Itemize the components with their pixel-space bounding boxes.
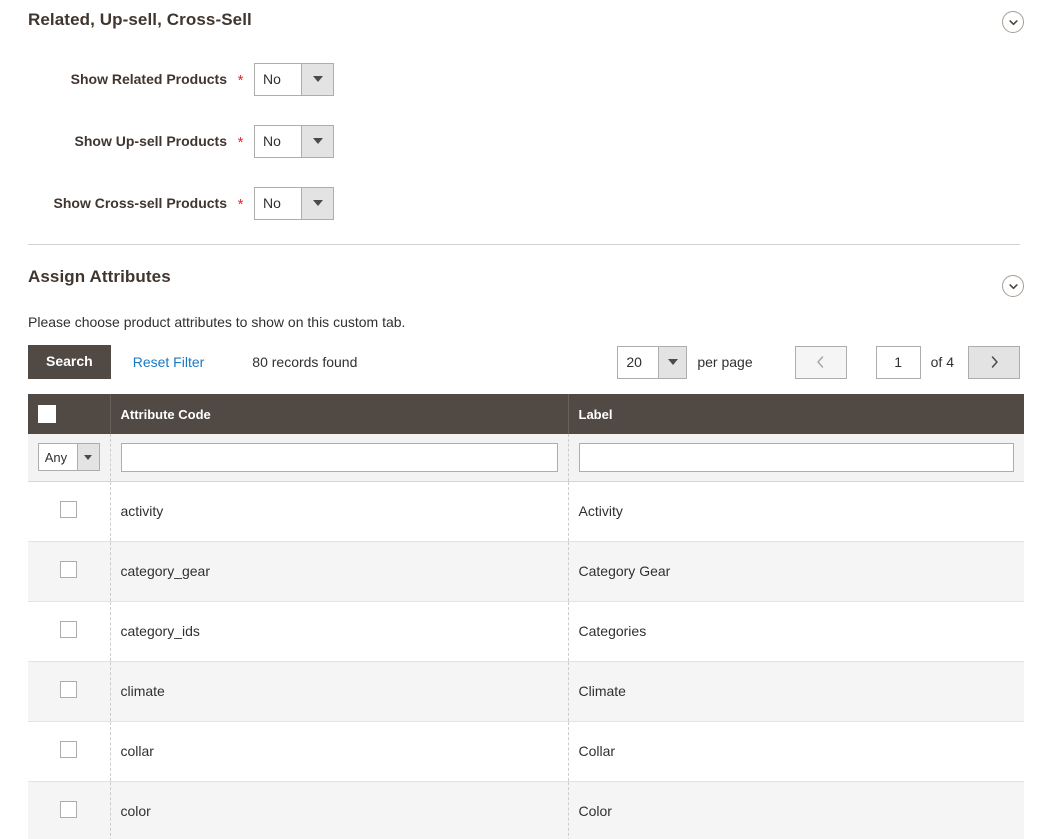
assign-section-title: Assign Attributes [28,267,171,286]
row-select-cell [28,601,111,662]
grid-body: Any activity Activity category_gear Cate… [28,434,1024,839]
show-upsell-products-select[interactable]: No [254,124,334,158]
chevron-down-icon [658,346,687,378]
search-button[interactable]: Search [28,345,111,379]
show-related-products-label: Show Related Products [70,71,227,87]
column-header-select-all [28,394,111,434]
table-row[interactable]: category_gear Category Gear [28,541,1024,602]
assign-attributes-section: Assign Attributes [0,267,1048,297]
filter-cell-select: Any [28,434,111,482]
row-select-cell [28,721,111,782]
related-section-collapse-toggle[interactable] [1002,11,1024,33]
assign-section-collapse-toggle[interactable] [1002,275,1024,297]
required-asterisk: * [237,72,244,89]
row-label: Collar [568,721,1024,782]
select-all-checkbox[interactable] [38,405,56,423]
show-crosssell-products-select[interactable]: No [254,186,334,220]
show-upsell-products-value: No [255,125,301,157]
chevron-down-icon [76,444,99,471]
chevron-down-icon [301,63,333,95]
assign-attributes-help-text: Please choose product attributes to show… [28,314,406,330]
next-page-button[interactable] [968,345,1020,379]
chevron-down-icon [1008,283,1018,289]
row-select-cell [28,661,111,722]
row-label: Categories [568,601,1024,662]
row-attribute-code: category_ids [110,601,569,662]
grid-pager: 20 per page of 4 [617,339,1020,385]
table-row[interactable]: activity Activity [28,481,1024,542]
chevron-down-icon [301,187,333,219]
row-attribute-code: collar [110,721,569,782]
row-label: Category Gear [568,541,1024,602]
column-header-label[interactable]: Label [568,394,1024,434]
select-filter-dropdown[interactable]: Any [37,443,100,472]
row-label: Color [568,781,1024,839]
attributes-grid: Attribute Code Label Any activity Activi… [28,394,1024,839]
field-row-show-related-products: Show Related Products * No [28,48,1020,110]
row-checkbox[interactable] [60,561,78,578]
grid-toolbar: Search Reset Filter 80 records found 20 … [28,339,1020,385]
filter-cell-attribute-code [110,434,569,482]
per-page-value: 20 [626,354,642,370]
table-row[interactable]: collar Collar [28,721,1024,782]
row-attribute-code: color [110,781,569,839]
row-select-cell [28,541,111,602]
attribute-code-filter-input[interactable] [120,442,558,472]
select-filter-value: Any [44,449,68,465]
grid-filter-row: Any [28,434,1024,482]
row-label: Climate [568,661,1024,722]
current-page-input[interactable] [875,345,921,379]
show-crosssell-products-label: Show Cross-sell Products [53,195,227,211]
show-related-products-value: No [255,63,301,95]
field-row-show-crosssell-products: Show Cross-sell Products * No [28,172,1020,234]
reset-filter-link[interactable]: Reset Filter [133,354,205,370]
label-filter-input[interactable] [578,442,1014,472]
row-checkbox[interactable] [60,681,78,698]
chevron-left-icon [817,356,824,368]
chevron-right-icon [991,356,998,368]
column-header-attribute-code[interactable]: Attribute Code [110,394,569,434]
table-row[interactable]: category_ids Categories [28,601,1024,662]
records-found-count: 80 records found [252,354,358,370]
section-divider [28,244,1020,245]
required-asterisk: * [237,134,244,151]
show-related-products-select[interactable]: No [254,62,334,96]
chevron-down-icon [1008,19,1018,25]
per-page-select[interactable]: 20 [617,345,688,379]
row-label: Activity [568,481,1024,542]
show-crosssell-products-value: No [255,187,301,219]
chevron-down-icon [301,125,333,157]
row-attribute-code: category_gear [110,541,569,602]
related-upsell-crosssell-section: Related, Up-sell, Cross-Sell Show Relate… [0,0,1048,234]
row-checkbox[interactable] [60,741,78,758]
filter-cell-label [568,434,1024,482]
row-attribute-code: climate [110,661,569,722]
per-page-label: per page [697,354,753,370]
grid-header-row: Attribute Code Label [28,394,1024,434]
table-row[interactable]: climate Climate [28,661,1024,722]
field-row-show-upsell-products: Show Up-sell Products * No [28,110,1020,172]
row-checkbox[interactable] [60,801,78,818]
grid-header: Attribute Code Label [28,394,1024,434]
required-asterisk: * [237,196,244,213]
show-upsell-products-label: Show Up-sell Products [74,133,227,149]
related-section-title: Related, Up-sell, Cross-Sell [28,10,252,29]
attributes-grid-wrapper: Attribute Code Label Any activity Activi… [28,394,1024,839]
table-row[interactable]: color Color [28,781,1024,839]
row-checkbox[interactable] [60,501,78,518]
product-form-page: Related, Up-sell, Cross-Sell Show Relate… [0,0,1048,839]
row-attribute-code: activity [110,481,569,542]
previous-page-button[interactable] [794,345,847,379]
row-select-cell [28,481,111,542]
row-select-cell [28,781,111,839]
total-pages-label: of 4 [930,354,954,370]
row-checkbox[interactable] [60,621,78,638]
